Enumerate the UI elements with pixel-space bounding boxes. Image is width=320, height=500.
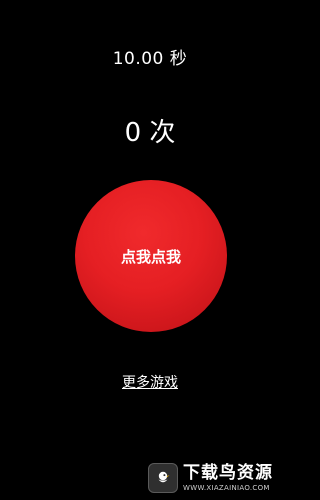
tap-button[interactable]: 点我点我	[75, 180, 227, 332]
game-screen: 10.00 秒 0 次 点我点我 更多游戏 下载鸟资源 WWW.XIAZAINI…	[0, 0, 300, 500]
watermark-text: 下载鸟资源 WWW.XIAZAINIAO.COM	[183, 462, 273, 492]
more-games-link[interactable]: 更多游戏	[122, 375, 178, 391]
bird-icon	[148, 463, 178, 493]
bird-icon-glyph	[158, 471, 170, 483]
watermark-title: 下载鸟资源	[183, 462, 273, 483]
watermark: 下载鸟资源 WWW.XIAZAINIAO.COM	[148, 459, 298, 497]
more-games-section: 更多游戏	[0, 372, 300, 392]
tap-count-display: 0 次	[124, 118, 176, 148]
timer-display: 10.00 秒	[112, 49, 188, 69]
watermark-url: WWW.XIAZAINIAO.COM	[183, 483, 270, 492]
tap-button-label: 点我点我	[120, 247, 181, 266]
